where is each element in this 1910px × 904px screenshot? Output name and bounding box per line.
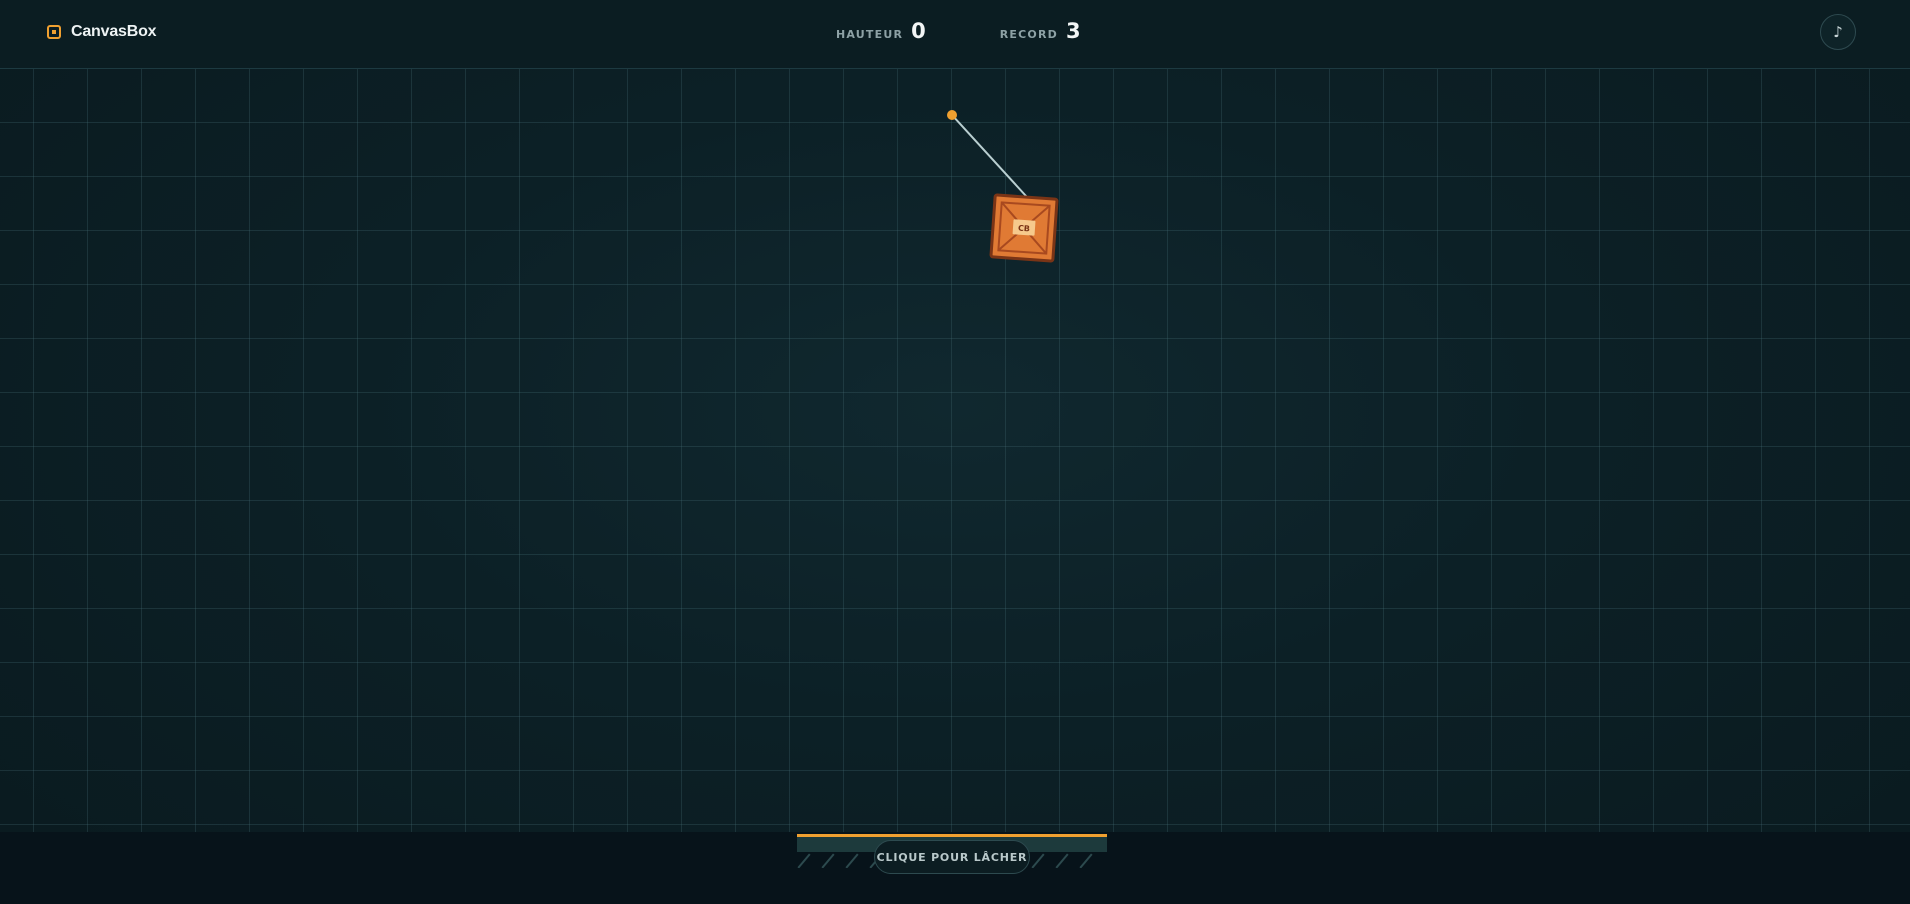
sound-toggle-button[interactable]: ♪ bbox=[1820, 14, 1856, 50]
drop-hint-pill[interactable]: CLIQUE POUR LÂCHER bbox=[874, 840, 1030, 874]
top-bar: CanvasBox HAUTEUR 0 RECORD 3 ♪ bbox=[0, 0, 1910, 69]
height-value: 0 bbox=[911, 19, 926, 43]
music-note-icon: ♪ bbox=[1833, 23, 1843, 41]
score-panel: HAUTEUR 0 RECORD 3 bbox=[836, 19, 1081, 43]
background-grid bbox=[0, 69, 1910, 832]
drop-hint-text: CLIQUE POUR LÂCHER bbox=[876, 850, 1028, 864]
height-label: HAUTEUR bbox=[836, 28, 904, 41]
record-label: RECORD bbox=[999, 28, 1058, 41]
brand-name: CanvasBox bbox=[71, 23, 157, 40]
record-stat: RECORD 3 bbox=[1000, 19, 1081, 43]
canvasbox-logo-icon bbox=[47, 25, 61, 39]
brand[interactable]: CanvasBox bbox=[47, 23, 157, 41]
record-value: 3 bbox=[1065, 19, 1081, 43]
height-stat: HAUTEUR 0 bbox=[836, 19, 926, 43]
game-stage[interactable]: CanvasBox HAUTEUR 0 RECORD 3 ♪ CB CLIQUE… bbox=[0, 0, 1910, 904]
